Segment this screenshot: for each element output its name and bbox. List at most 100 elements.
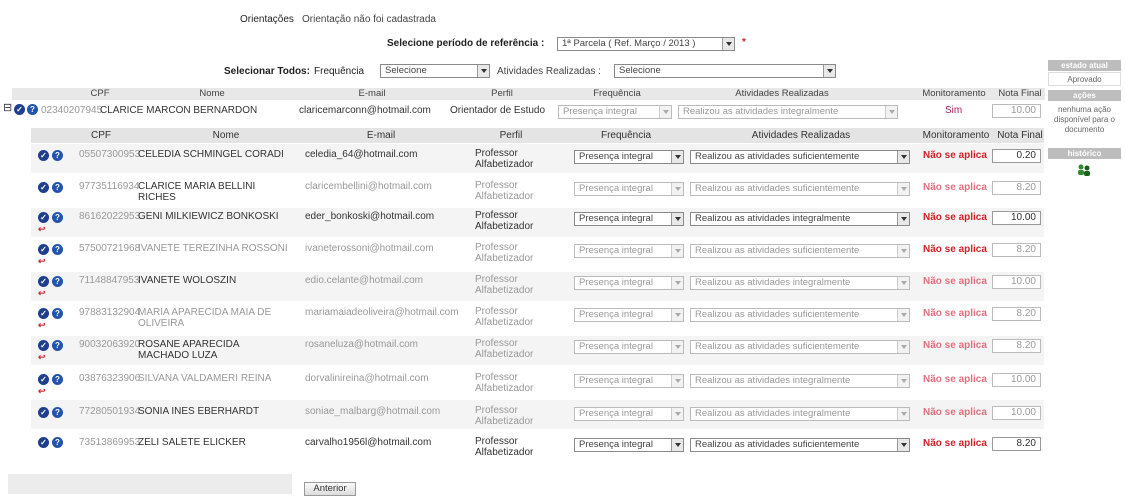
outer-profile: Orientador de Estudo: [450, 105, 546, 116]
row-grade-input[interactable]: 0.20: [992, 149, 1041, 163]
check-icon[interactable]: ✓: [38, 276, 49, 287]
row-grade-input[interactable]: 8.20: [992, 437, 1041, 451]
check-icon[interactable]: ✓: [38, 150, 49, 161]
row-email: soniae_malbarg@hotmail.com: [305, 406, 441, 417]
chevron-down-icon: [659, 106, 671, 118]
return-arrow-icon[interactable]: ↩: [38, 320, 46, 331]
row-email: celedia_64@hotmail.com: [305, 149, 418, 160]
row-name: MARIA APARECIDA MAIA DE OLIVEIRA: [138, 307, 272, 329]
check-icon[interactable]: ✓: [38, 437, 49, 448]
row-activities-select[interactable]: Realizou as atividades suficientemente: [690, 308, 910, 322]
help-icon[interactable]: ?: [52, 437, 63, 448]
return-arrow-icon[interactable]: ↩: [38, 386, 46, 397]
col-monitoring: Monitoramento: [922, 88, 986, 99]
return-arrow-icon[interactable]: ↩: [38, 288, 46, 299]
row-email: edio.celante@hotmail.com: [305, 275, 423, 286]
return-arrow-icon[interactable]: ↩: [38, 224, 46, 235]
row-activities-select[interactable]: Realizou as atividades suficientemente: [690, 182, 910, 196]
row-frequency-select[interactable]: Presença integral: [574, 150, 684, 164]
return-arrow-icon[interactable]: ↩: [38, 352, 46, 363]
row-frequency-select[interactable]: Presença integral: [574, 438, 684, 452]
row-activities-select[interactable]: Realizou as atividades suficientemente: [690, 340, 910, 354]
row-grade-input[interactable]: 8.20: [992, 307, 1041, 321]
row-frequency-select[interactable]: Presença integral: [574, 212, 684, 226]
help-icon[interactable]: ?: [52, 276, 63, 287]
row-monitoring: Não se aplica: [923, 374, 987, 385]
row-frequency-select[interactable]: Presença integral: [574, 407, 684, 421]
help-icon[interactable]: ?: [52, 308, 63, 319]
row-grade-input[interactable]: 10.00: [992, 275, 1041, 289]
outer-cpf: 02340207945: [41, 105, 103, 116]
help-icon[interactable]: ?: [52, 182, 63, 193]
row-frequency-select[interactable]: Presença integral: [574, 182, 684, 196]
help-icon[interactable]: ?: [52, 374, 63, 385]
outer-frequency-select[interactable]: Presença integral: [558, 105, 672, 119]
help-icon[interactable]: ?: [52, 212, 63, 223]
check-icon[interactable]: ✓: [38, 308, 49, 319]
outer-grade-input[interactable]: 10.00: [992, 104, 1041, 118]
help-icon[interactable]: ?: [52, 407, 63, 418]
collapse-toggle[interactable]: ⊟: [3, 101, 12, 114]
history-users-icon[interactable]: [1076, 163, 1092, 177]
row-frequency-select[interactable]: Presença integral: [574, 374, 684, 388]
row-cpf: 77280501934: [79, 406, 141, 417]
help-icon[interactable]: ?: [52, 150, 63, 161]
row-profile: Professor Alfabetizador: [475, 210, 534, 232]
check-icon[interactable]: ✓: [38, 244, 49, 255]
row-name: GENI MILKIEWICZ BONKOSKI: [138, 211, 279, 222]
activities-all-select[interactable]: Selecione: [614, 64, 836, 78]
outer-monitoring: Sim: [945, 105, 963, 116]
actions-title: ações: [1048, 90, 1121, 101]
row-frequency-select[interactable]: Presença integral: [574, 244, 684, 258]
row-activities-select[interactable]: Realizou as atividades integralmente: [690, 212, 910, 226]
row-frequency-select[interactable]: Presença integral: [574, 340, 684, 354]
check-icon[interactable]: ✓: [38, 407, 49, 418]
outer-activities-select[interactable]: Realizou as atividades integralmente: [678, 105, 898, 119]
row-activities-select[interactable]: Realizou as atividades suficientemente: [690, 438, 910, 452]
row-email: mariamaiadeoliveira@hotmail.com: [305, 307, 459, 318]
row-grade-input[interactable]: 8.20: [992, 339, 1041, 353]
row-activities-select[interactable]: Realizou as atividades suficientemente: [690, 150, 910, 164]
row-activities-select[interactable]: Realizou as atividades suficientemente: [690, 244, 910, 258]
row-grade-input[interactable]: 10.00: [992, 211, 1041, 225]
col-email: E-mail: [366, 130, 396, 141]
row-activities-select[interactable]: Realizou as atividades integralmente: [690, 374, 910, 388]
freq-all-select[interactable]: Selecione: [380, 64, 490, 78]
footer-bar: [8, 474, 292, 494]
row-email: claricembellini@hotmail.com: [305, 181, 432, 192]
row-activities-select[interactable]: Realizou as atividades integralmente: [690, 276, 910, 290]
help-icon[interactable]: ?: [52, 340, 63, 351]
help-icon[interactable]: ?: [27, 104, 38, 115]
back-button[interactable]: Anterior: [304, 482, 356, 496]
check-icon[interactable]: ✓: [38, 212, 49, 223]
check-icon[interactable]: ✓: [38, 374, 49, 385]
chevron-down-icon: [897, 439, 909, 451]
row-name: ROSANE APARECIDA MACHADO LUZA: [138, 339, 239, 361]
row-profile: Professor Alfabetizador: [475, 405, 534, 427]
col-cpf: CPF: [90, 88, 110, 99]
row-profile: Professor Alfabetizador: [475, 338, 534, 360]
row-grade-input[interactable]: 10.00: [992, 373, 1041, 387]
row-name: SONIA INES EBERHARDT: [138, 406, 260, 417]
row-name: ZELI SALETE ELICKER: [138, 437, 246, 448]
row-profile: Professor Alfabetizador: [475, 242, 534, 264]
col-frequency: Frequência: [600, 130, 652, 141]
row-grade-input[interactable]: 10.00: [992, 406, 1041, 420]
row-activities-select[interactable]: Realizou as atividades integralmente: [690, 407, 910, 421]
row-grade-input[interactable]: 8.20: [992, 181, 1041, 195]
row-grade-input[interactable]: 8.20: [992, 243, 1041, 257]
chevron-down-icon: [477, 65, 489, 77]
return-arrow-icon[interactable]: ↩: [38, 256, 46, 267]
period-select[interactable]: 1ª Parcela ( Ref. Março / 2013 ): [557, 37, 735, 51]
check-icon[interactable]: ✓: [38, 182, 49, 193]
help-icon[interactable]: ?: [52, 244, 63, 255]
check-icon[interactable]: ✓: [38, 340, 49, 351]
row-profile: Professor Alfabetizador: [475, 180, 534, 202]
chevron-down-icon: [897, 408, 909, 420]
row-cpf: 97883132904: [79, 307, 141, 318]
row-frequency-select[interactable]: Presença integral: [574, 308, 684, 322]
row-frequency-select[interactable]: Presença integral: [574, 276, 684, 290]
row-profile: Professor Alfabetizador: [475, 274, 534, 296]
chevron-down-icon: [897, 213, 909, 225]
check-icon[interactable]: ✓: [14, 104, 25, 115]
